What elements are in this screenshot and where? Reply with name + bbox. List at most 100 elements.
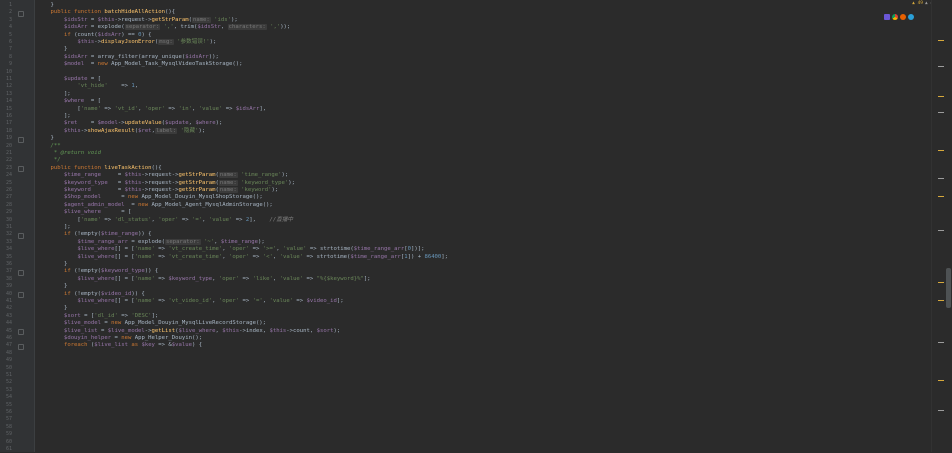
code-line[interactable]: $live_model = new App_Model_Douyin_Mysql… — [37, 320, 266, 327]
code-line[interactable]: if (!empty($keyword_type)) { — [37, 268, 158, 275]
edge-icon[interactable] — [908, 14, 914, 20]
code-line[interactable]: $live_where[] = ['name' => 'vt_create_ti… — [37, 254, 448, 261]
scrollbar-marker[interactable] — [938, 410, 944, 412]
line-number: 47 — [5, 342, 12, 349]
code-line[interactable]: if (count($idsArr) == 0) { — [37, 32, 152, 39]
code-token: $this — [124, 179, 142, 186]
code-line[interactable]: $live_list = $live_model->getList($live_… — [37, 328, 340, 335]
code-line[interactable]: } — [37, 135, 53, 142]
code-line[interactable]: foreach ($live_list as $key => &$value) … — [37, 342, 202, 349]
code-line[interactable]: $model = new App_Model_Task_MysqlVideoTa… — [37, 61, 243, 68]
code-line[interactable]: $time_range = $this->request->getStrPara… — [37, 172, 288, 179]
scrollbar-marker[interactable] — [938, 66, 944, 68]
parameter-hint: label: — [154, 127, 178, 134]
code-line[interactable]: ['name' => 'vt_id', 'oper' => 'in', 'val… — [37, 106, 266, 113]
fold-marker[interactable] — [18, 269, 24, 276]
code-line[interactable]: $live_where = [ — [37, 209, 131, 216]
scrollbar-marker[interactable] — [938, 380, 944, 382]
line-number: 34 — [5, 246, 12, 253]
code-line[interactable]: * @return void — [37, 150, 101, 157]
scrollbar-marker[interactable] — [938, 196, 944, 198]
scrollbar-marker[interactable] — [938, 342, 944, 344]
line-number: 48 — [5, 349, 12, 356]
code-editor[interactable]: } public function batchHideAllAction(){ … — [35, 0, 930, 452]
code-line[interactable]: $live_where[] = ['name' => $keyword_type… — [37, 275, 370, 283]
code-line[interactable]: } — [37, 2, 53, 9]
scrollbar-thumb[interactable] — [946, 268, 951, 308]
scrollbar-marker[interactable] — [938, 178, 944, 180]
code-line[interactable]: $Shop_model = new App_Model_Douyin_Mysql… — [37, 194, 263, 201]
code-line[interactable]: $idsArr = array_filter(array_unique($ids… — [37, 54, 219, 61]
code-token: $live_where — [77, 253, 115, 260]
warnings-count[interactable]: ▲ 49 — [912, 1, 923, 6]
code-token: $this — [97, 16, 115, 23]
editor-scrollbar[interactable] — [931, 0, 952, 452]
code-line[interactable]: public function batchHideAllAction(){ — [37, 9, 175, 16]
code-token: $this — [77, 39, 95, 45]
code-line[interactable]: /** — [37, 143, 60, 150]
code-line[interactable]: $this->displayJsonError(msg: '参数错误!'); — [37, 39, 216, 46]
scrollbar-marker[interactable] — [938, 150, 944, 152]
code-line[interactable]: $keyword_type = $this->request->getStrPa… — [37, 179, 295, 187]
scrollbar-marker[interactable] — [938, 112, 944, 114]
code-line[interactable]: ]; — [37, 113, 71, 120]
code-token: ->request-> — [141, 172, 179, 179]
code-line[interactable]: $live_where[] = ['name' => 'vt_create_ti… — [37, 246, 424, 253]
code-line[interactable]: $live_where[] = ['name' => 'vt_video_id'… — [37, 298, 343, 305]
phpstorm-icon[interactable] — [884, 14, 890, 20]
code-line[interactable]: if (!empty($time_range)) { — [37, 231, 152, 238]
code-line[interactable]: $agent_admin_model = new App_Model_Agent… — [37, 202, 273, 209]
scrollbar-marker[interactable] — [938, 96, 944, 98]
fold-marker[interactable] — [18, 232, 24, 239]
scrollbar-marker[interactable] — [938, 300, 944, 302]
chrome-icon[interactable] — [892, 14, 898, 20]
scrollbar-marker[interactable] — [938, 40, 944, 42]
code-line[interactable]: $sort = ['dl_id' => 'DESC']; — [37, 313, 158, 320]
code-line[interactable]: $idsArr = explode(separator: ',', trim($… — [37, 24, 290, 31]
code-token: 'name' — [134, 298, 155, 304]
line-number: 5 — [8, 31, 12, 38]
code-line[interactable]: } — [37, 46, 67, 53]
fold-marker[interactable] — [18, 329, 24, 336]
code-line[interactable]: } — [37, 305, 67, 312]
scrollbar-marker[interactable] — [938, 230, 944, 232]
code-line[interactable]: $time_range_arr = explode(separator: '~'… — [37, 238, 265, 246]
code-line[interactable]: $where = [ — [37, 98, 101, 105]
scrollbar-marker[interactable] — [938, 282, 944, 284]
code-line[interactable]: } — [37, 261, 67, 268]
code-token: $keyword_type — [101, 268, 145, 275]
line-number: 4 — [8, 24, 12, 31]
fold-marker[interactable] — [18, 136, 24, 143]
code-token: 'dl_status' — [114, 216, 152, 223]
code-line[interactable]: */ — [37, 157, 61, 164]
code-token: ); — [215, 120, 223, 127]
code-token: = — [101, 194, 128, 201]
code-line[interactable]: $douyin_helper = new App_Helper_Douyin()… — [37, 335, 202, 342]
code-line[interactable]: 'vt_hide' => 1, — [37, 83, 138, 90]
fold-marker[interactable] — [18, 10, 24, 17]
code-token: , — [272, 275, 280, 282]
code-line[interactable]: ]; — [37, 91, 71, 98]
code-line[interactable]: ]; — [37, 224, 71, 231]
fold-marker[interactable] — [18, 166, 24, 173]
code-line[interactable]: $keyword = $this->request->getStrParam(n… — [37, 187, 278, 194]
code-token: $time_range_arr — [350, 253, 401, 260]
code-line[interactable]: $idsStr = $this->request->getStrParam(na… — [37, 16, 238, 24]
code-line[interactable]: $this->showAjaxResult($ret,label: '隐藏'); — [37, 127, 205, 135]
code-token: $idsArr — [97, 31, 122, 38]
code-line[interactable]: if (!empty($video_id)) { — [37, 291, 145, 298]
code-line[interactable]: $update = [ — [37, 76, 101, 83]
code-line[interactable]: } — [37, 283, 67, 290]
code-token: = — [97, 327, 108, 334]
firefox-icon[interactable] — [900, 14, 906, 20]
fold-marker[interactable] — [18, 292, 24, 299]
code-token: [] = [ — [114, 275, 135, 282]
code-line[interactable]: $ret = $model->updateValue($update, $whe… — [37, 120, 222, 127]
code-token: => — [303, 275, 317, 282]
code-line[interactable]: ['name' => 'dl_status', 'oper' => '=', '… — [37, 217, 293, 224]
fold-marker[interactable] — [18, 343, 24, 350]
code-line[interactable]: public function liveTaskAction(){ — [37, 165, 161, 172]
code-token: App_Model_Task_MysqlVideoTaskStorage — [111, 61, 233, 68]
